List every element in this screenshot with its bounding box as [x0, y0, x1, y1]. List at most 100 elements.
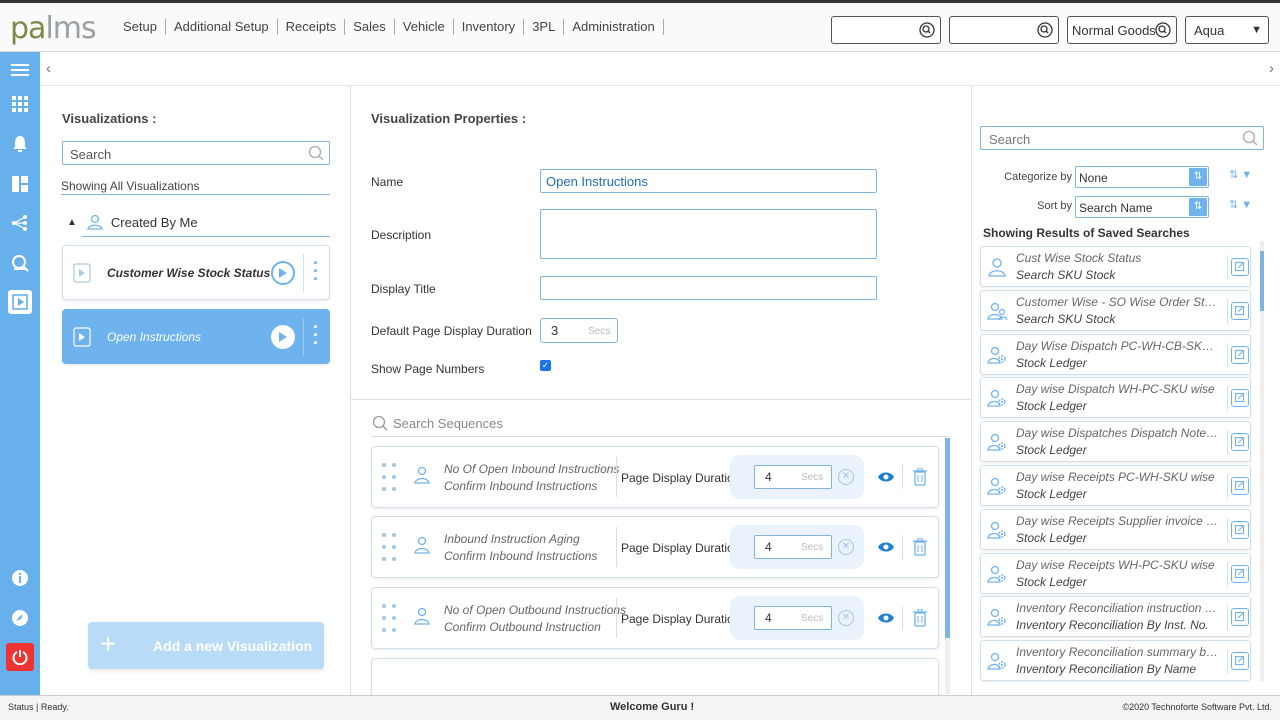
user-gear-icon [987, 477, 1006, 495]
categorize-select[interactable]: None ⇅ [1075, 166, 1209, 188]
group-created-by-me[interactable]: ▲ Created By Me [67, 214, 198, 230]
search-icon[interactable] [1154, 21, 1172, 39]
saved-search-item[interactable]: Inventory Reconciliation instruction num… [980, 596, 1251, 638]
nav-receipts[interactable]: Receipts [278, 19, 346, 35]
more-options-icon[interactable]: · · · [311, 254, 321, 288]
saved-search-input[interactable]: Search [980, 126, 1264, 150]
saved-search-item[interactable]: Day wise Receipts PC-WH-SKU wise Stock Le… [980, 465, 1251, 506]
duration-input[interactable]: 4 Secs [754, 465, 832, 489]
search-icon[interactable] [1036, 21, 1054, 39]
nav-sales[interactable]: Sales [345, 19, 395, 35]
search-icon[interactable] [918, 21, 936, 39]
description-field[interactable] [540, 209, 877, 259]
sequence-item[interactable] [371, 658, 939, 695]
saved-search-item[interactable]: Inventory Reconciliation summary by Na..… [980, 640, 1251, 682]
nav-setup[interactable]: Setup [115, 19, 166, 35]
nav-inventory[interactable]: Inventory [454, 19, 525, 35]
search-analytics-icon[interactable] [8, 251, 32, 275]
drag-handle-icon[interactable] [381, 531, 399, 565]
sequence-item[interactable]: No of Open Outbound Instructions Confirm… [371, 587, 939, 649]
viz-item-open-instructions[interactable]: Open Instructions · · · [62, 309, 330, 364]
open-link-icon[interactable] [1231, 345, 1249, 364]
sort-select[interactable]: Search Name ⇅ [1075, 196, 1209, 218]
play-icon[interactable] [271, 325, 295, 349]
more-options-icon[interactable]: · · · [311, 318, 321, 352]
nav-administration[interactable]: Administration [564, 19, 664, 35]
saved-search-item[interactable]: Day wise Receipts WH-PC-SKU wise Stock Le… [980, 552, 1251, 594]
sort-asc-icon[interactable]: ⇅ [1189, 198, 1207, 216]
triangle-up-icon[interactable]: ▲ [67, 217, 77, 228]
open-link-icon[interactable] [1231, 477, 1249, 495]
divider [1227, 386, 1228, 412]
clear-icon[interactable]: ✕ [838, 610, 854, 626]
divider [61, 194, 330, 195]
saved-search-name: Day wise Receipts WH-PC-SKU wise [1016, 557, 1215, 572]
saved-search-item[interactable]: Day wise Dispatches Dispatch Note numb..… [980, 421, 1251, 463]
duration-input[interactable]: 4 Secs [754, 606, 832, 630]
default-duration-input[interactable]: 3 Secs [540, 318, 618, 343]
chevron-right-icon[interactable]: › [1269, 60, 1274, 77]
eye-icon[interactable] [877, 470, 895, 484]
open-link-icon[interactable] [1231, 520, 1249, 539]
bell-icon[interactable] [8, 132, 32, 156]
chevron-left-icon[interactable]: ‹ [46, 60, 51, 77]
compass-icon[interactable] [8, 606, 32, 630]
drag-handle-icon[interactable] [381, 461, 399, 495]
goods-type-search[interactable]: Normal Goods [1067, 16, 1177, 44]
visualization-icon[interactable] [8, 290, 32, 314]
show-page-numbers-checkbox[interactable]: ✓ [540, 360, 551, 371]
menu-icon[interactable] [8, 58, 32, 82]
drag-handle-icon[interactable] [381, 602, 399, 636]
sort-order-dropdown[interactable]: ⇅ ▼ [1229, 168, 1261, 188]
open-link-icon[interactable] [1231, 301, 1249, 320]
sort-asc-icon[interactable]: ⇅ [1189, 168, 1207, 186]
trash-icon[interactable] [913, 609, 927, 627]
sequence-item[interactable]: Inbound Instruction Aging Confirm Inboun… [371, 516, 939, 578]
name-field[interactable]: Open Instructions [540, 169, 877, 193]
saved-search-name: Cust Wise Stock Status [1016, 251, 1142, 265]
nav-3pl[interactable]: 3PL [524, 19, 565, 35]
eye-icon[interactable] [877, 611, 895, 625]
nav-vehicle[interactable]: Vehicle [395, 19, 454, 35]
display-title-field[interactable] [540, 276, 877, 300]
open-link-icon[interactable] [1231, 564, 1249, 583]
apps-grid-icon[interactable] [8, 92, 32, 116]
clear-icon[interactable]: ✕ [838, 539, 854, 555]
viz-item-customer-wise-stock-status[interactable]: Customer Wise Stock Status · · · [62, 245, 330, 300]
open-link-icon[interactable] [1231, 652, 1249, 671]
power-icon[interactable] [6, 643, 34, 671]
info-icon[interactable] [8, 566, 32, 590]
saved-search-item[interactable]: Customer Wise - SO Wise Order Status Sear… [980, 289, 1251, 331]
trash-icon[interactable] [913, 468, 927, 486]
clear-icon[interactable]: ✕ [838, 469, 854, 485]
saved-search-item[interactable]: Day wise Receipts Supplier invoice wise S… [980, 508, 1251, 550]
search-sequences-input[interactable]: Search Sequences [371, 414, 503, 432]
sequences-scrollbar[interactable] [945, 438, 950, 694]
saved-searches-scrollbar[interactable] [1260, 241, 1264, 681]
top-search-2[interactable] [949, 16, 1059, 44]
app-logo[interactable]: palms [10, 11, 97, 46]
sequence-item[interactable]: No Of Open Inbound Instructions Confirm … [371, 446, 939, 508]
saved-search-item[interactable]: Day Wise Dispatch PC-WH-CB-SKU wise Stock… [980, 333, 1251, 375]
play-icon[interactable] [271, 261, 295, 285]
visualizations-search-input[interactable]: Search [62, 141, 330, 165]
dashboard-icon[interactable] [8, 172, 32, 196]
scrollbar-thumb[interactable] [945, 438, 950, 638]
divider [303, 254, 304, 292]
eye-icon[interactable] [877, 540, 895, 554]
open-link-icon[interactable] [1231, 258, 1249, 276]
theme-select[interactable]: Aqua ▼ [1185, 16, 1269, 44]
sort-order-dropdown[interactable]: ⇅ ▼ [1229, 198, 1261, 218]
open-link-icon[interactable] [1231, 608, 1249, 627]
trash-icon[interactable] [913, 538, 927, 556]
open-link-icon[interactable] [1231, 389, 1249, 408]
duration-input[interactable]: 4 Secs [754, 535, 832, 559]
nav-additional-setup[interactable]: Additional Setup [166, 19, 278, 35]
top-search-1[interactable] [831, 16, 941, 44]
add-visualization-button[interactable]: + Add a new Visualization [88, 622, 324, 669]
network-icon[interactable] [8, 211, 32, 235]
open-link-icon[interactable] [1231, 433, 1249, 452]
saved-search-item[interactable]: Cust Wise Stock Status Search SKU Stock [980, 246, 1251, 287]
scrollbar-thumb[interactable] [1260, 251, 1264, 311]
saved-search-item[interactable]: Day wise Dispatch WH-PC-SKU wise Stock Le… [980, 377, 1251, 419]
